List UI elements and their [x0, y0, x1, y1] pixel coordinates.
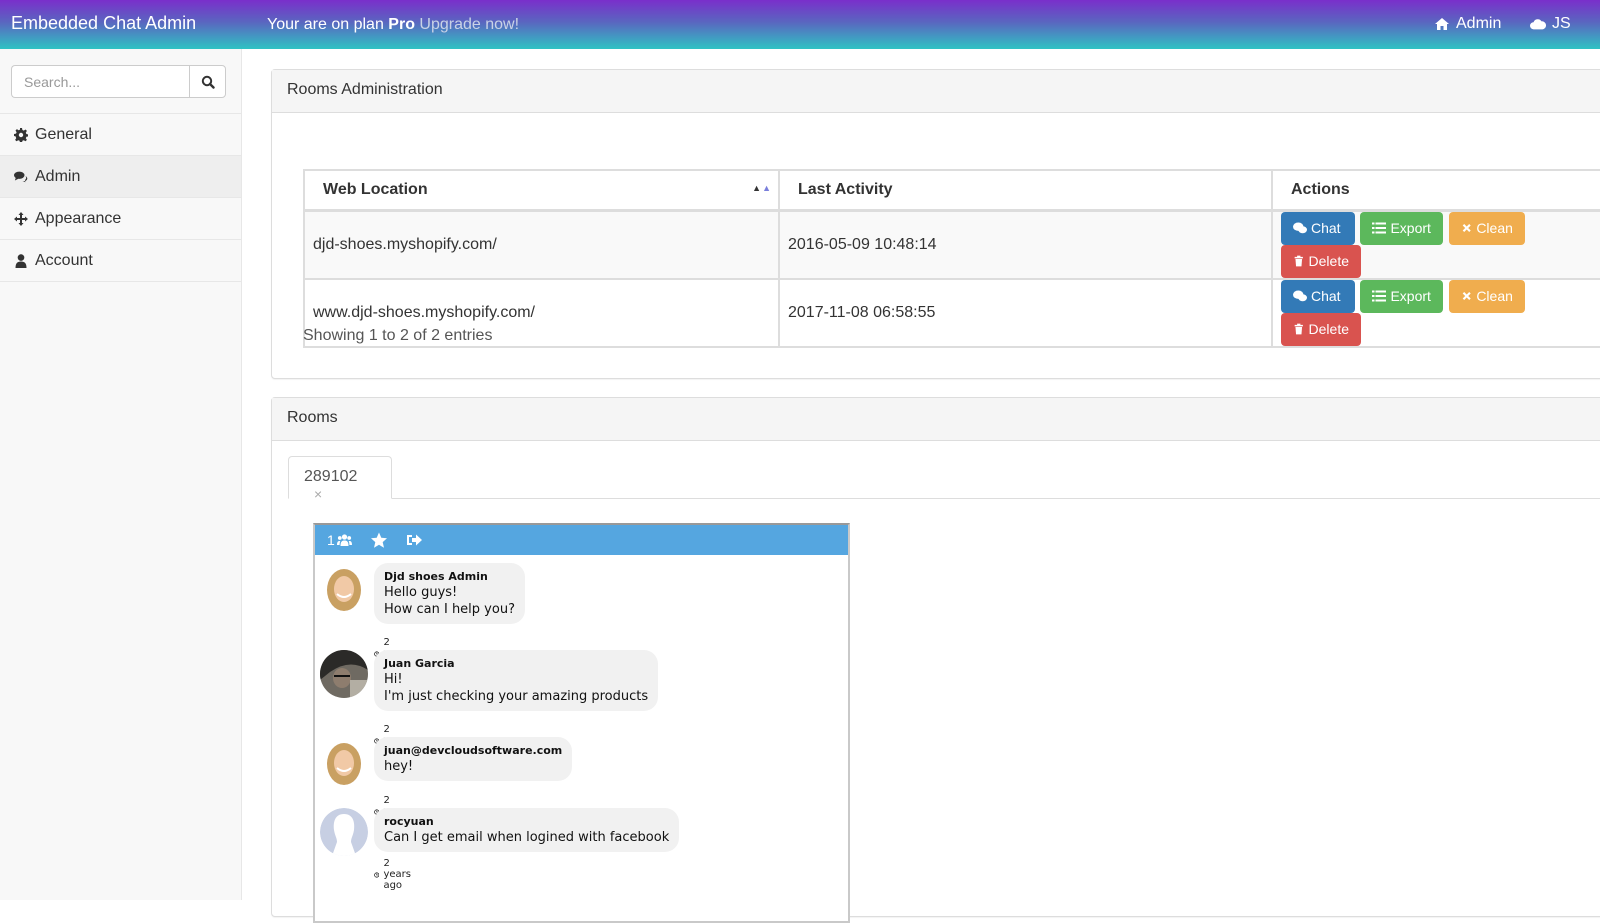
plan-info: Your are on plan Pro Upgrade now! — [267, 16, 519, 34]
chat-header: 1 — [315, 525, 848, 555]
message-author: juan@devcloudsoftware.com — [384, 744, 563, 757]
message-author: Djd shoes Admin — [384, 570, 488, 583]
users-icon — [336, 533, 352, 546]
user-icon — [15, 253, 27, 268]
message-bubble: Juan Garcia Hi! I'm just checking your a… — [374, 650, 659, 711]
avatar — [320, 563, 368, 611]
search-input[interactable] — [11, 65, 189, 98]
nav-admin-link[interactable]: Admin — [1434, 15, 1501, 33]
message-line: Hello guys! — [384, 585, 458, 600]
message-bubble: juan@devcloudsoftware.com hey! — [374, 737, 573, 781]
chat-button[interactable]: Chat — [1281, 279, 1355, 313]
message-author: rocyuan — [384, 815, 434, 828]
search-button[interactable] — [189, 65, 226, 98]
online-users[interactable]: 1 — [327, 532, 352, 548]
upgrade-link[interactable]: Upgrade now! — [419, 16, 519, 33]
message-line: Hi! — [384, 672, 403, 687]
message-author: Juan Garcia — [384, 657, 455, 670]
message-line: I'm just checking your amazing products — [384, 689, 649, 704]
table-header-row: Web Location ▲▲ Last Activity Actions — [303, 169, 1600, 212]
nav-js-link[interactable]: JS — [1530, 15, 1571, 33]
star-icon[interactable] — [370, 532, 388, 549]
cell-last-activity: 2017-11-08 06:58:55 — [778, 277, 1273, 348]
delete-button[interactable]: Delete — [1281, 312, 1361, 346]
sidebar-item-appearance[interactable]: Appearance — [0, 198, 241, 240]
column-header-actions: Actions — [1271, 169, 1600, 212]
message-timestamp: 2 years ago — [374, 858, 416, 891]
close-tab-icon[interactable]: × — [314, 486, 322, 502]
trash-icon — [1294, 323, 1303, 335]
message-bubble: Djd shoes Admin Hello guys! How can I he… — [374, 563, 525, 624]
chat-widget: 1 Djd shoes Admin Hello guys! How can I … — [313, 523, 850, 923]
home-icon — [1435, 18, 1449, 30]
rooms-administration-panel: Rooms Administration Web Location ▲▲ Las… — [271, 69, 1600, 379]
sidebar: General Admin Appearance Account — [0, 49, 242, 900]
clock-icon — [374, 871, 380, 878]
cloud-icon — [1530, 19, 1546, 30]
sidebar-menu: General Admin Appearance Account — [0, 113, 241, 282]
tab-divider — [288, 498, 1600, 499]
times-icon — [1462, 291, 1471, 301]
wechat-icon — [1293, 222, 1307, 234]
search-icon — [201, 75, 215, 89]
gear-icon — [14, 127, 28, 142]
table-row: www.djd-shoes.myshopify.com/ 2017-11-08 … — [303, 277, 1600, 348]
sidebar-search — [11, 65, 226, 98]
sort-ascending-icon: ▲▲ — [752, 183, 772, 193]
clean-button[interactable]: Clean — [1448, 279, 1525, 313]
trash-icon — [1294, 255, 1303, 267]
avatar — [320, 650, 368, 698]
cell-web-location: djd-shoes.myshopify.com/ — [303, 209, 780, 280]
sidebar-item-general[interactable]: General — [0, 114, 241, 156]
sidebar-item-account[interactable]: Account — [0, 240, 241, 282]
message-line: hey! — [384, 759, 414, 774]
sign-out-icon[interactable] — [406, 533, 423, 547]
export-button[interactable]: Export — [1360, 279, 1444, 313]
plan-prefix: Your are on plan — [267, 16, 384, 33]
move-icon — [14, 211, 28, 226]
sidebar-item-label: Admin — [35, 167, 81, 185]
table-row: djd-shoes.myshopify.com/ 2016-05-09 10:4… — [303, 209, 1600, 280]
sidebar-item-label: Account — [35, 251, 93, 269]
avatar — [320, 737, 368, 785]
column-header-web-location[interactable]: Web Location ▲▲ — [303, 169, 780, 212]
wechat-icon — [1293, 290, 1307, 302]
sidebar-item-label: Appearance — [35, 209, 122, 227]
message-line: How can I help you? — [384, 602, 515, 617]
brand-title[interactable]: Embedded Chat Admin — [11, 13, 196, 34]
clean-button[interactable]: Clean — [1448, 211, 1525, 245]
times-icon — [1462, 223, 1471, 233]
sidebar-item-admin[interactable]: Admin — [0, 156, 241, 198]
avatar — [320, 808, 368, 856]
export-button[interactable]: Export — [1360, 211, 1444, 245]
nav-admin-label: Admin — [1456, 15, 1502, 32]
panel-title: Rooms Administration — [272, 70, 1600, 113]
plan-name: Pro — [388, 16, 415, 33]
rooms-table: Web Location ▲▲ Last Activity Actions dj… — [303, 169, 1600, 348]
list-icon — [1372, 290, 1387, 302]
cell-actions: Chat Export Clean Delete — [1271, 209, 1600, 280]
cell-last-activity: 2016-05-09 10:48:14 — [778, 209, 1273, 280]
tab-label: 289102 — [304, 468, 358, 485]
message-line: Can I get email when logined with facebo… — [384, 830, 670, 845]
list-icon — [1372, 222, 1387, 234]
cell-actions: Chat Export Clean Delete — [1271, 277, 1600, 348]
comments-icon — [14, 171, 28, 182]
sidebar-item-label: General — [35, 125, 92, 143]
nav-js-label: JS — [1552, 15, 1571, 32]
entries-info: Showing 1 to 2 of 2 entries — [303, 327, 493, 344]
delete-button[interactable]: Delete — [1281, 244, 1361, 278]
top-navbar: Embedded Chat Admin Your are on plan Pro… — [0, 0, 1600, 49]
rooms-panel: Rooms 289102 × 1 Djd shoes Admin Hello g… — [271, 397, 1600, 923]
column-header-last-activity[interactable]: Last Activity — [778, 169, 1273, 212]
user-count: 1 — [327, 532, 335, 548]
panel-title: Rooms — [272, 398, 1600, 441]
tab-room-289102[interactable]: 289102 × — [288, 456, 392, 502]
message-bubble: rocyuan Can I get email when logined wit… — [374, 808, 680, 852]
chat-button[interactable]: Chat — [1281, 211, 1355, 245]
